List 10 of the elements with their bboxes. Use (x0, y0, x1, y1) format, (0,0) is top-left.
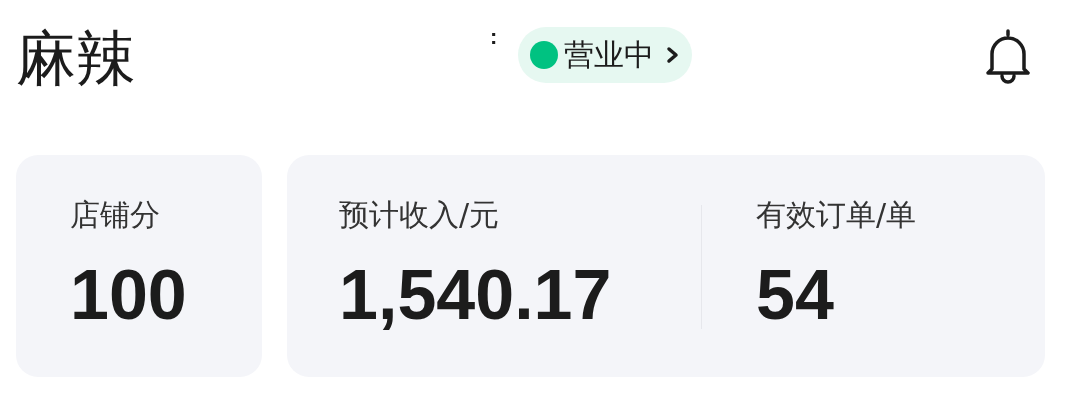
stat-label: 预计收入/元 (339, 196, 501, 234)
business-status-button[interactable]: 营业中 (518, 27, 692, 83)
stat-value: 100 (70, 255, 187, 336)
chevron-right-icon (666, 46, 680, 64)
dots-mark: : (490, 23, 498, 51)
stat-label: 有效订单/单 (756, 196, 917, 234)
stat-value: 54 (756, 255, 835, 336)
stat-label: 店铺分 (70, 196, 161, 234)
store-name: 麻辣 (16, 22, 136, 95)
stat-value: 1,540.17 (339, 255, 613, 336)
